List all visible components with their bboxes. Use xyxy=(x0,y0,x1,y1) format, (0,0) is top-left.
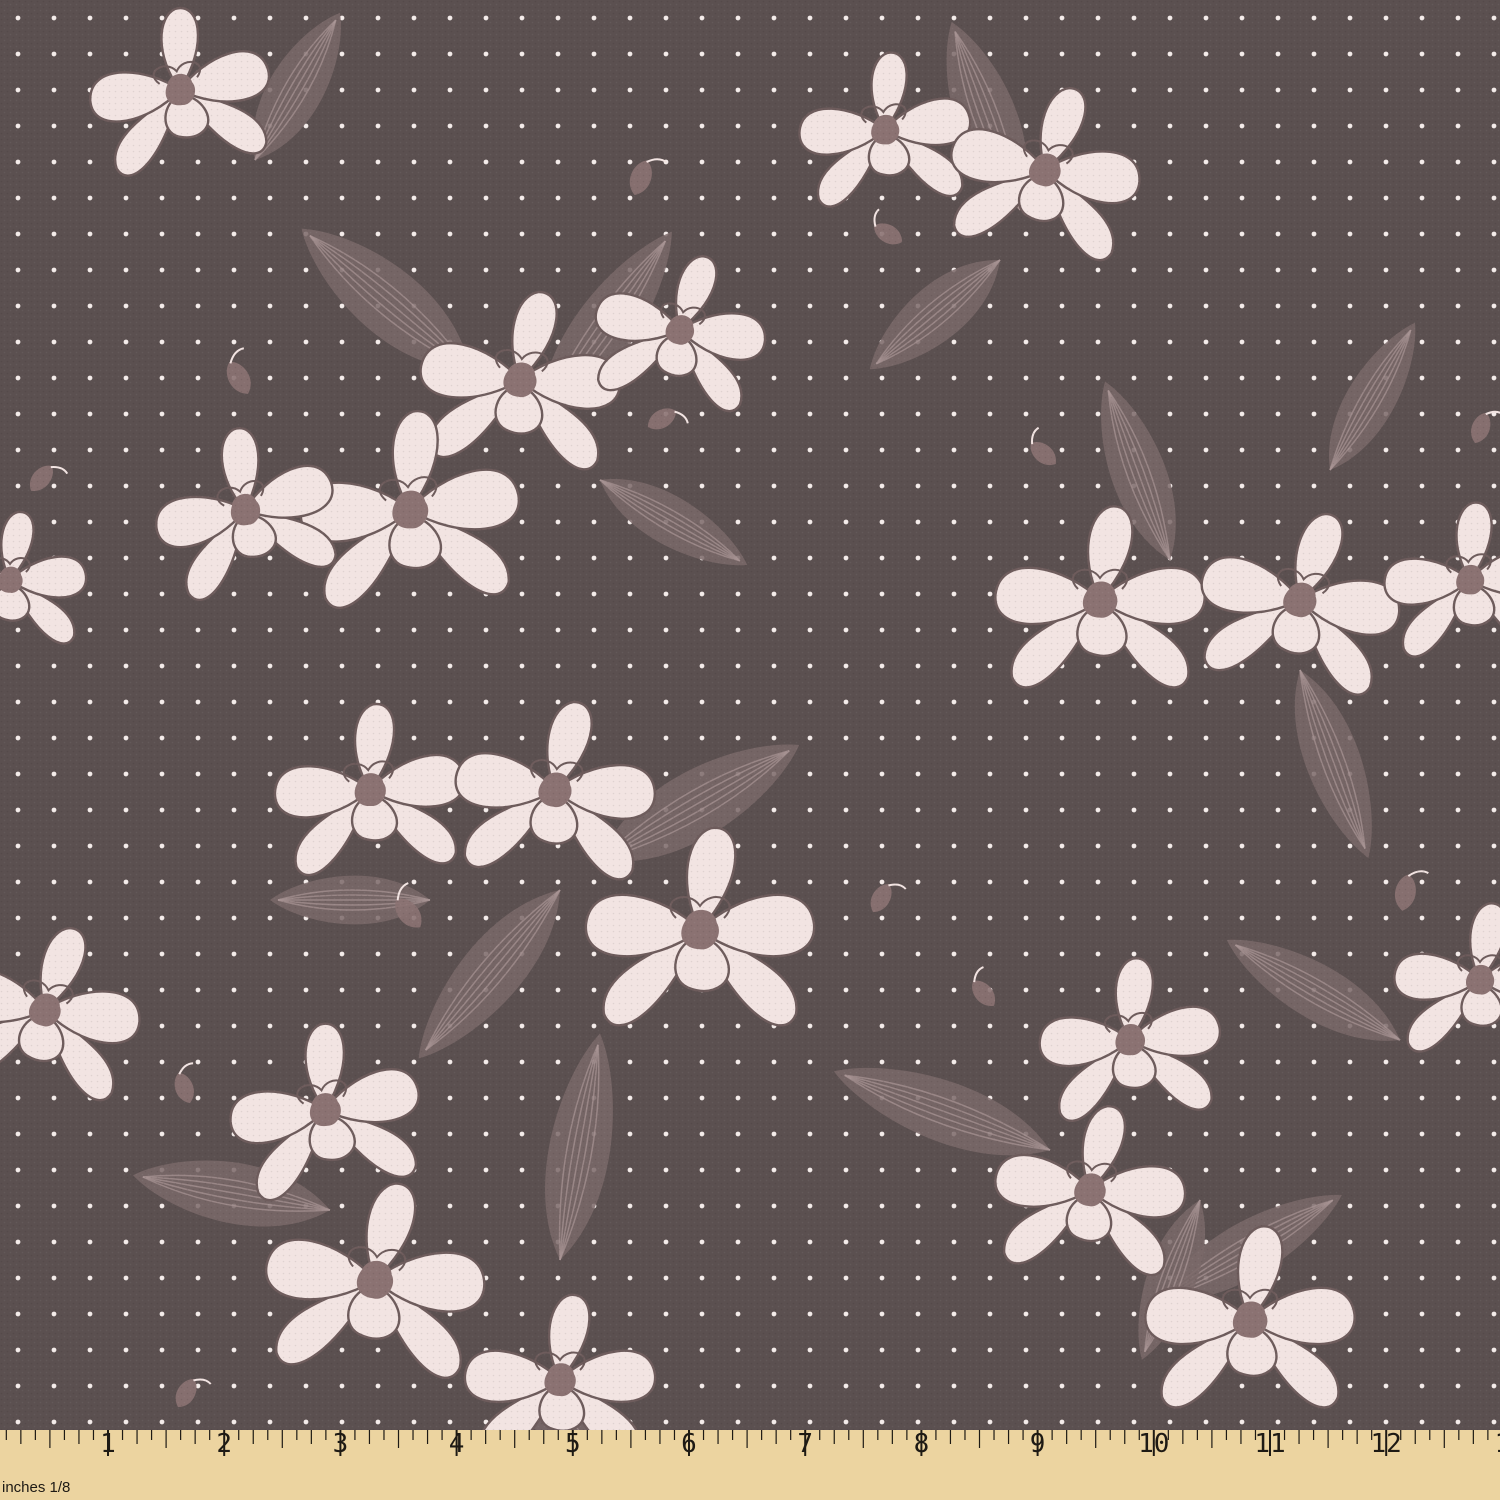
ruler-number: 10 xyxy=(1138,1430,1169,1459)
ruler-number: 8 xyxy=(914,1430,930,1459)
ruler-unit-label: inches 1/8 xyxy=(2,1479,70,1496)
ruler-number: 6 xyxy=(681,1430,697,1459)
ruler-number: 1 xyxy=(100,1430,116,1459)
fabric-swatch: 1234567891011121 inches 1/8 xyxy=(0,0,1500,1500)
ruler-number: 5 xyxy=(565,1430,581,1459)
ruler-number: 3 xyxy=(333,1430,349,1459)
ruler-number: 2 xyxy=(216,1430,232,1459)
ruler-number: 4 xyxy=(449,1430,465,1459)
ruler-number: 1 xyxy=(1495,1430,1500,1459)
ruler-number: 11 xyxy=(1254,1430,1285,1459)
ruler-number: 7 xyxy=(797,1430,813,1459)
ruler-number: 12 xyxy=(1371,1430,1402,1459)
fabric-weave-texture xyxy=(0,0,1500,1430)
ruler-number: 9 xyxy=(1030,1430,1046,1459)
orchid-fabric-pattern xyxy=(0,0,1500,1430)
measuring-ruler: 1234567891011121 inches 1/8 xyxy=(0,1430,1500,1500)
